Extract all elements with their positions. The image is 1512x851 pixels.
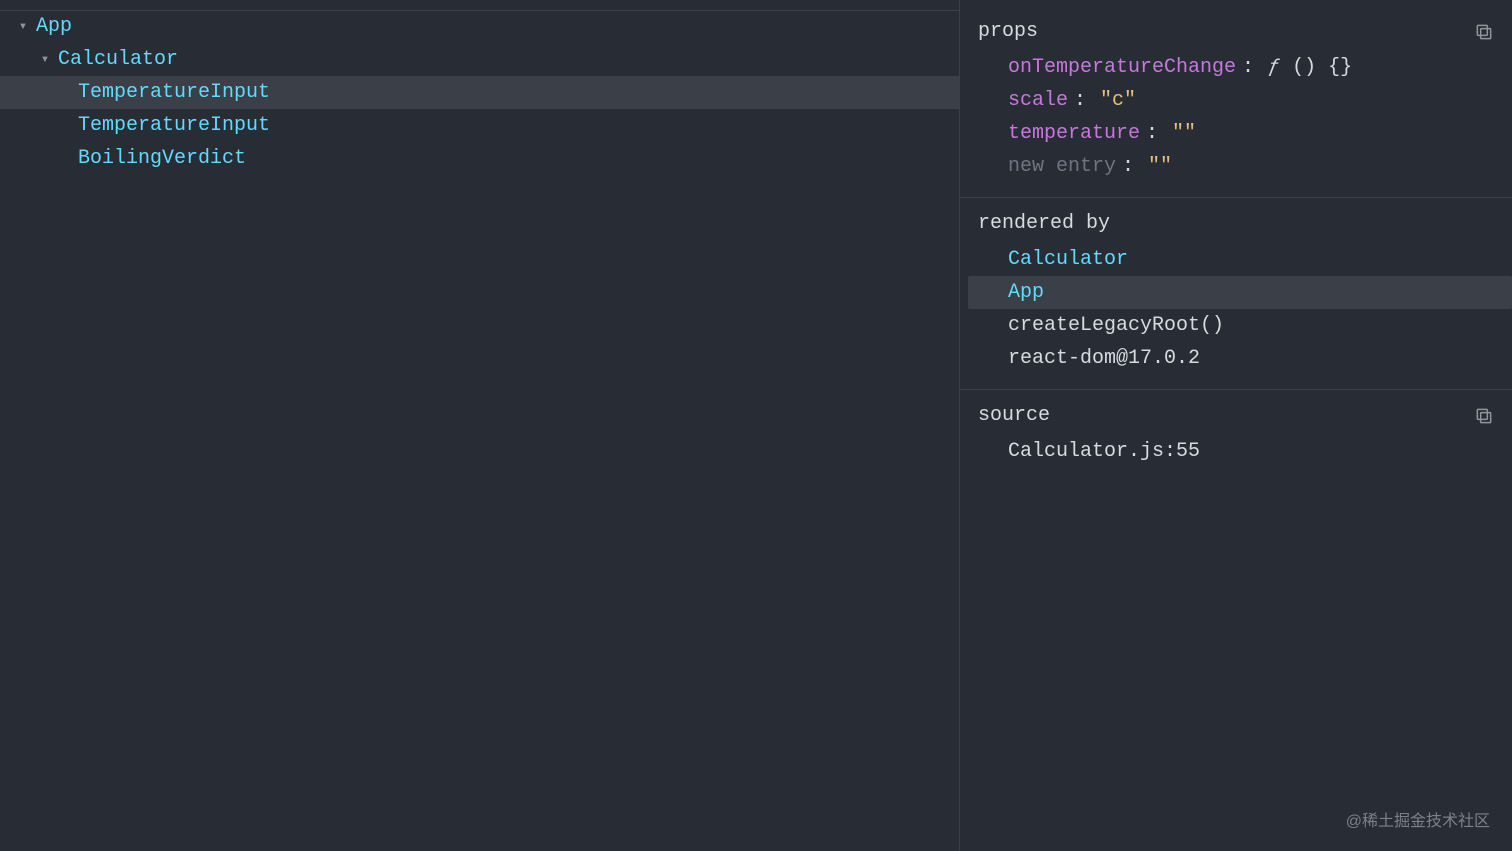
- section-title: props: [978, 20, 1038, 43]
- copy-icon[interactable]: [1474, 22, 1494, 42]
- prop-row-temperature[interactable]: temperature: "": [1008, 117, 1512, 150]
- prop-value: "": [1148, 155, 1172, 178]
- prop-key: new entry: [1008, 155, 1116, 178]
- component-name: App: [36, 15, 72, 38]
- prop-key: temperature: [1008, 122, 1140, 145]
- rendered-by-calculator[interactable]: Calculator: [960, 243, 1512, 276]
- section-title: source: [978, 404, 1050, 427]
- props-section: props onTemperatureChange: ƒ () {} scale…: [960, 20, 1512, 198]
- prop-row-new-entry[interactable]: new entry: "": [1008, 150, 1512, 183]
- prop-row-ontemperaturechange[interactable]: onTemperatureChange: ƒ () {}: [1008, 51, 1512, 84]
- prop-key: scale: [1008, 89, 1068, 112]
- prop-value: "": [1172, 122, 1196, 145]
- section-title: rendered by: [978, 212, 1110, 235]
- tree-node-temperature-input[interactable]: TemperatureInput: [0, 109, 959, 142]
- source-location[interactable]: Calculator.js:55: [1008, 435, 1512, 468]
- component-name: BoilingVerdict: [78, 147, 246, 170]
- watermark: @稀土掘金技术社区: [1346, 807, 1490, 831]
- prop-key: onTemperatureChange: [1008, 56, 1236, 79]
- rendered-by-section: rendered by Calculator App createLegacyR…: [960, 212, 1512, 390]
- caret-down-icon[interactable]: [15, 19, 31, 35]
- rendered-by-create-legacy-root[interactable]: createLegacyRoot(): [960, 309, 1512, 342]
- component-name: Calculator: [58, 48, 178, 71]
- prop-value: ƒ () {}: [1268, 56, 1352, 79]
- component-tree-panel: App Calculator TemperatureInput Temperat…: [0, 0, 960, 851]
- rendered-by-app[interactable]: App: [968, 276, 1512, 309]
- tree-node-boiling-verdict[interactable]: BoilingVerdict: [0, 142, 959, 175]
- rendered-by-react-dom-version[interactable]: react-dom@17.0.2: [960, 342, 1512, 375]
- inspector-panel: props onTemperatureChange: ƒ () {} scale…: [960, 0, 1512, 851]
- tree-node-app[interactable]: App: [0, 10, 959, 43]
- component-name: TemperatureInput: [78, 114, 270, 137]
- tree-node-calculator[interactable]: Calculator: [0, 43, 959, 76]
- prop-value: "c": [1100, 89, 1136, 112]
- source-section: source Calculator.js:55: [960, 404, 1512, 482]
- copy-icon[interactable]: [1474, 406, 1494, 426]
- component-name: TemperatureInput: [78, 81, 270, 104]
- tree-node-temperature-input[interactable]: TemperatureInput: [0, 76, 959, 109]
- prop-row-scale[interactable]: scale: "c": [1008, 84, 1512, 117]
- caret-down-icon[interactable]: [37, 52, 53, 68]
